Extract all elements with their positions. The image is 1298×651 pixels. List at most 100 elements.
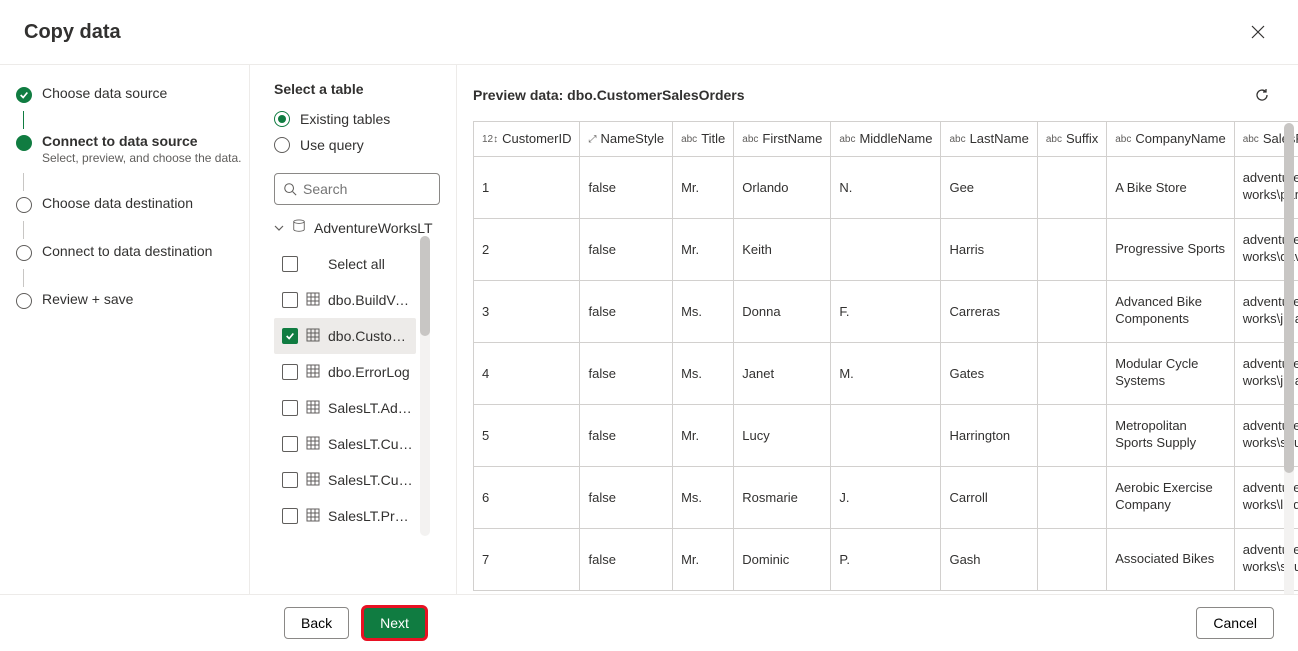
refresh-button[interactable] (1248, 81, 1276, 109)
step-connect-source[interactable]: Connect to data source Select, preview, … (16, 133, 249, 165)
table-label: dbo.ErrorLog (328, 364, 414, 380)
scrollbar-thumb[interactable] (420, 236, 430, 336)
column-header[interactable]: abcTitle (673, 122, 734, 156)
table-icon (306, 364, 320, 381)
connector (23, 221, 24, 239)
chevron-down-icon (274, 223, 284, 233)
cell: Keith (734, 218, 831, 280)
cell (1037, 404, 1106, 466)
column-label: LastName (970, 131, 1029, 146)
type-icon: abc (1243, 134, 1259, 145)
cell: false (580, 280, 673, 342)
checkbox-icon (282, 256, 298, 272)
table-scroll-container: Select alldbo.BuildVe...dbo.Custom... dbo… (274, 236, 440, 536)
cancel-button[interactable]: Cancel (1196, 607, 1274, 639)
cell (831, 218, 941, 280)
next-button[interactable]: Next (363, 607, 426, 639)
select-all-row[interactable]: Select all (274, 246, 416, 282)
close-icon (1251, 25, 1265, 39)
column-header[interactable]: 12↕ CustomerID (474, 122, 580, 156)
cell: false (580, 342, 673, 404)
checkbox-icon (282, 436, 298, 452)
column-header[interactable]: abcMiddleName (831, 122, 941, 156)
table-row[interactable]: SalesLT.Add... (274, 390, 416, 426)
cell: 6 (474, 466, 580, 528)
cell: Gash (941, 528, 1037, 590)
cell: Harrington (941, 404, 1037, 466)
type-icon: 12↕ (482, 134, 498, 145)
table-tree: AdventureWorksLT Select alldbo.BuildVe..… (274, 219, 440, 594)
type-icon: abc (742, 134, 758, 145)
cell: Mr. (673, 404, 734, 466)
database-label: AdventureWorksLT (314, 220, 433, 236)
column-label: MiddleName (859, 131, 932, 146)
step-review-save[interactable]: Review + save (16, 291, 249, 309)
column-header[interactable]: abcCompanyName (1107, 122, 1234, 156)
table-row[interactable]: dbo.ErrorLog (274, 354, 416, 390)
cell: Harris (941, 218, 1037, 280)
table-row[interactable]: 6falseMs.RosmarieJ.CarrollAerobic Exerci… (474, 466, 1298, 528)
cell: Mr. (673, 218, 734, 280)
type-icon: abc (949, 134, 965, 145)
search-input-wrapper[interactable] (274, 173, 440, 205)
table-icon (306, 436, 320, 453)
checkbox-icon (282, 364, 298, 380)
cell: Rosmarie (734, 466, 831, 528)
cell: Janet (734, 342, 831, 404)
cell: false (580, 404, 673, 466)
database-icon (292, 219, 306, 236)
table-row[interactable]: 3falseMs.DonnaF.CarrerasAdvanced Bike Co… (474, 280, 1298, 342)
preview-grid[interactable]: 12↕ CustomerID ⤢NameStyleabcTitleabcFirstN… (473, 121, 1298, 591)
cell: J. (831, 466, 941, 528)
table-icon (306, 400, 320, 417)
select-table-panel: Select a table Existing tables Use query… (250, 65, 440, 594)
cell: Ms. (673, 280, 734, 342)
table-row[interactable]: 7falseMr.DominicP.GashAssociated Bikesad… (474, 528, 1298, 590)
cell: Associated Bikes (1107, 528, 1234, 590)
cell (1037, 280, 1106, 342)
connector (23, 269, 24, 287)
search-input[interactable] (303, 181, 484, 197)
column-header[interactable]: abcFirstName (734, 122, 831, 156)
cell: false (580, 528, 673, 590)
table-icon (306, 508, 320, 525)
main-scrollbar[interactable] (1284, 123, 1294, 594)
table-row[interactable]: SalesLT.Pro... (274, 498, 416, 534)
radio-existing-tables[interactable]: Existing tables (274, 111, 440, 127)
cell: 3 (474, 280, 580, 342)
column-header[interactable]: abcSuffix (1037, 122, 1106, 156)
cell: false (580, 218, 673, 280)
radio-use-query[interactable]: Use query (274, 137, 440, 153)
cell (1037, 218, 1106, 280)
cell: Dominic (734, 528, 831, 590)
column-header[interactable]: ⤢NameStyle (580, 122, 673, 156)
table-row[interactable]: dbo.BuildVe... (274, 282, 416, 318)
table-icon (306, 292, 320, 309)
scrollbar-thumb[interactable] (1284, 123, 1294, 473)
table-row[interactable]: SalesLT.Cust... (274, 462, 416, 498)
table-row[interactable]: 5falseMr.LucyHarringtonMetropolitan Spor… (474, 404, 1298, 466)
table-row[interactable]: 1falseMr.OrlandoN.GeeA Bike Storeadventu… (474, 156, 1298, 218)
table-row[interactable]: 4falseMs.JanetM.GatesModular Cycle Syste… (474, 342, 1298, 404)
table-scrollbar[interactable] (420, 236, 430, 536)
column-label: CustomerID (502, 131, 571, 146)
cell: Ms. (673, 466, 734, 528)
type-icon: abc (1046, 134, 1062, 145)
close-button[interactable] (1242, 16, 1274, 48)
step-choose-source[interactable]: Choose data source (16, 85, 249, 103)
cell: Gee (941, 156, 1037, 218)
cell: P. (831, 528, 941, 590)
column-header[interactable]: abc LastName (941, 122, 1037, 156)
table-row[interactable]: SalesLT.Cust... (274, 426, 416, 462)
table-row[interactable]: 2falseMr.KeithHarrisProgressive Sportsad… (474, 218, 1298, 280)
table-row[interactable]: dbo.Custom... (274, 318, 416, 354)
step-connect-destination[interactable]: Connect to data destination (16, 243, 249, 261)
cell: 2 (474, 218, 580, 280)
cell: Metropolitan Sports Supply (1107, 404, 1234, 466)
checkbox-icon (282, 508, 298, 524)
connector (23, 111, 24, 129)
back-button[interactable]: Back (284, 607, 349, 639)
database-node[interactable]: AdventureWorksLT (274, 219, 440, 236)
preview-table: 12↕ CustomerID ⤢NameStyleabcTitleabcFirstN… (474, 122, 1298, 591)
step-choose-destination[interactable]: Choose data destination (16, 195, 249, 213)
